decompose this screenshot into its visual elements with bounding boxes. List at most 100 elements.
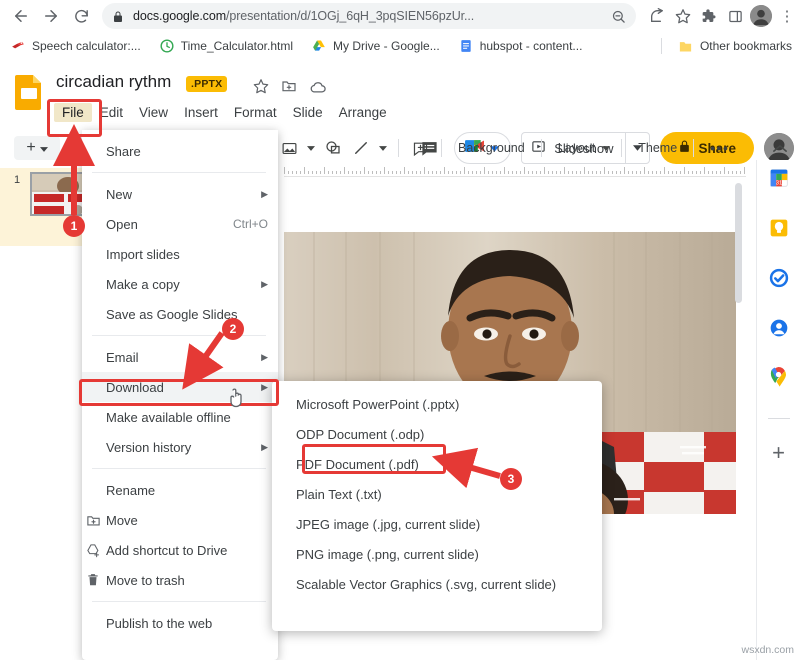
share-icon[interactable] <box>644 3 670 29</box>
menu-item-insert[interactable]: Insert <box>176 103 226 122</box>
bookmark-star-icon[interactable] <box>670 3 696 29</box>
menu-item-view[interactable]: View <box>131 103 176 122</box>
tasks-icon[interactable] <box>767 266 791 290</box>
shape-icon[interactable] <box>320 134 346 162</box>
add-slide-button[interactable]: + <box>14 136 60 160</box>
submenu-arrow-icon: ▶ <box>261 382 268 393</box>
address-bar[interactable]: docs.google.com/presentation/d/1OGj_6qH_… <box>102 3 636 29</box>
more-options-button[interactable]: ••• <box>702 140 737 156</box>
chevron-down-icon[interactable] <box>40 139 48 157</box>
contacts-icon[interactable] <box>767 316 791 340</box>
file-menu-label: Make a copy <box>106 277 180 292</box>
file-menu-label: Move <box>106 513 138 528</box>
horizontal-ruler <box>284 166 746 177</box>
menu-option-make-a-copy[interactable]: Make a copy ▶ <box>82 269 278 299</box>
keep-icon[interactable] <box>767 216 791 240</box>
bookmarks-bar: Speech calculator:... Time_Calculator.ht… <box>0 32 800 60</box>
move-to-folder-icon[interactable] <box>281 78 297 99</box>
download-option-label: Plain Text (.txt) <box>296 487 382 502</box>
download-option-label: ODP Document (.odp) <box>296 427 424 442</box>
submenu-arrow-icon: ▶ <box>261 189 268 200</box>
bookmark-item[interactable]: My Drive - Google... <box>311 38 440 54</box>
canvas-scrollbar-track[interactable] <box>737 177 744 660</box>
chevron-down-icon[interactable] <box>376 134 390 162</box>
chevron-down-icon[interactable] <box>304 134 318 162</box>
folder-icon <box>678 38 694 54</box>
menu-item-format[interactable]: Format <box>226 103 285 122</box>
reload-icon[interactable] <box>66 1 96 31</box>
calendar-icon[interactable]: 31 <box>767 166 791 190</box>
download-option-png[interactable]: PNG image (.png, current slide) <box>272 539 602 569</box>
cloud-saved-icon[interactable] <box>309 78 327 101</box>
forward-icon[interactable] <box>36 1 66 31</box>
line-icon[interactable] <box>348 134 374 162</box>
file-menu-label: Make available offline <box>106 410 231 425</box>
menu-option-add-shortcut-to-drive[interactable]: Add shortcut to Drive <box>82 535 278 565</box>
back-icon[interactable] <box>6 1 36 31</box>
menu-option-publish-to-the-web[interactable]: Publish to the web <box>82 608 278 638</box>
bookmark-item[interactable]: Speech calculator:... <box>10 38 141 54</box>
document-title[interactable]: circadian rythm <box>56 72 171 92</box>
background-button[interactable]: Background <box>450 141 533 155</box>
bookmark-label: hubspot - content... <box>480 39 583 53</box>
menu-item-file[interactable]: File <box>54 103 92 122</box>
bookmarks-divider <box>661 38 662 54</box>
download-option-svg[interactable]: Scalable Vector Graphics (.svg, current … <box>272 569 602 599</box>
download-option-pdf[interactable]: PDF Document (.pdf) <box>272 449 602 479</box>
speech-icon <box>10 38 26 54</box>
bookmark-label: My Drive - Google... <box>333 39 440 53</box>
menu-divider <box>92 468 266 469</box>
canvas-scrollbar-thumb[interactable] <box>735 183 742 303</box>
file-menu-label: Save as Google Slides <box>106 307 238 322</box>
file-menu-dropdown: Share New ▶ Open Ctrl+O Import slides Ma… <box>82 130 278 660</box>
menu-option-new[interactable]: New ▶ <box>82 179 278 209</box>
menu-option-move[interactable]: Move <box>82 505 278 535</box>
menu-item-edit[interactable]: Edit <box>92 103 131 122</box>
submenu-arrow-icon: ▶ <box>261 352 268 363</box>
download-option-jpeg[interactable]: JPEG image (.jpg, current slide) <box>272 509 602 539</box>
slide-number: 1 <box>14 174 20 186</box>
chrome-menu-icon[interactable]: ⋮ <box>774 3 800 29</box>
sidepanel-icon[interactable] <box>722 3 748 29</box>
menu-option-move-to-trash[interactable]: Move to trash <box>82 565 278 595</box>
file-menu-label: Publish to the web <box>106 616 212 631</box>
layout-button[interactable]: Layout <box>550 141 604 155</box>
docs-icon <box>458 38 474 54</box>
menu-option-version-history[interactable]: Version history ▶ <box>82 432 278 462</box>
zoom-out-icon[interactable] <box>603 9 626 24</box>
menu-option-share[interactable]: Share <box>82 136 278 166</box>
url-domain: docs.google.com <box>133 9 226 23</box>
menu-option-rename[interactable]: Rename <box>82 475 278 505</box>
menu-option-save-as-google-slides[interactable]: Save as Google Slides <box>82 299 278 329</box>
download-option-label: Microsoft PowerPoint (.pptx) <box>296 397 459 412</box>
download-option-pptx[interactable]: Microsoft PowerPoint (.pptx) <box>272 389 602 419</box>
file-menu-label: Move to trash <box>106 573 185 588</box>
extensions-icon[interactable] <box>696 3 722 29</box>
file-menu-label: Import slides <box>106 247 180 262</box>
menu-item-slide[interactable]: Slide <box>285 103 331 122</box>
add-addon-icon[interactable]: + <box>767 441 791 465</box>
menu-option-import-slides[interactable]: Import slides <box>82 239 278 269</box>
add-comment-icon[interactable] <box>407 134 433 162</box>
bookmark-item[interactable]: hubspot - content... <box>458 38 583 54</box>
insert-image-icon[interactable] <box>276 134 302 162</box>
menu-option-make-available-offline[interactable]: Make available offline <box>82 402 278 432</box>
menu-option-open[interactable]: Open Ctrl+O <box>82 209 278 239</box>
chevron-down-icon[interactable] <box>599 134 613 162</box>
side-panel-rail: 31 + <box>756 160 800 660</box>
download-option-odp[interactable]: ODP Document (.odp) <box>272 419 602 449</box>
toolbar-divider <box>541 139 542 157</box>
star-icon[interactable] <box>253 78 269 99</box>
menu-option-download[interactable]: Download ▶ <box>82 372 278 402</box>
theme-button[interactable]: Theme <box>630 141 685 155</box>
maps-icon[interactable] <box>767 366 791 390</box>
bookmark-item[interactable]: Time_Calculator.html <box>159 38 293 54</box>
submenu-arrow-icon: ▶ <box>261 442 268 453</box>
profile-avatar-icon[interactable] <box>748 3 774 29</box>
other-bookmarks-button[interactable]: Other bookmarks <box>678 38 792 54</box>
download-option-label: Scalable Vector Graphics (.svg, current … <box>296 577 556 592</box>
download-option-txt[interactable]: Plain Text (.txt) <box>272 479 602 509</box>
menu-item-arrange[interactable]: Arrange <box>331 103 395 122</box>
file-menu-label: Version history <box>106 440 191 455</box>
menu-option-email[interactable]: Email ▶ <box>82 342 278 372</box>
